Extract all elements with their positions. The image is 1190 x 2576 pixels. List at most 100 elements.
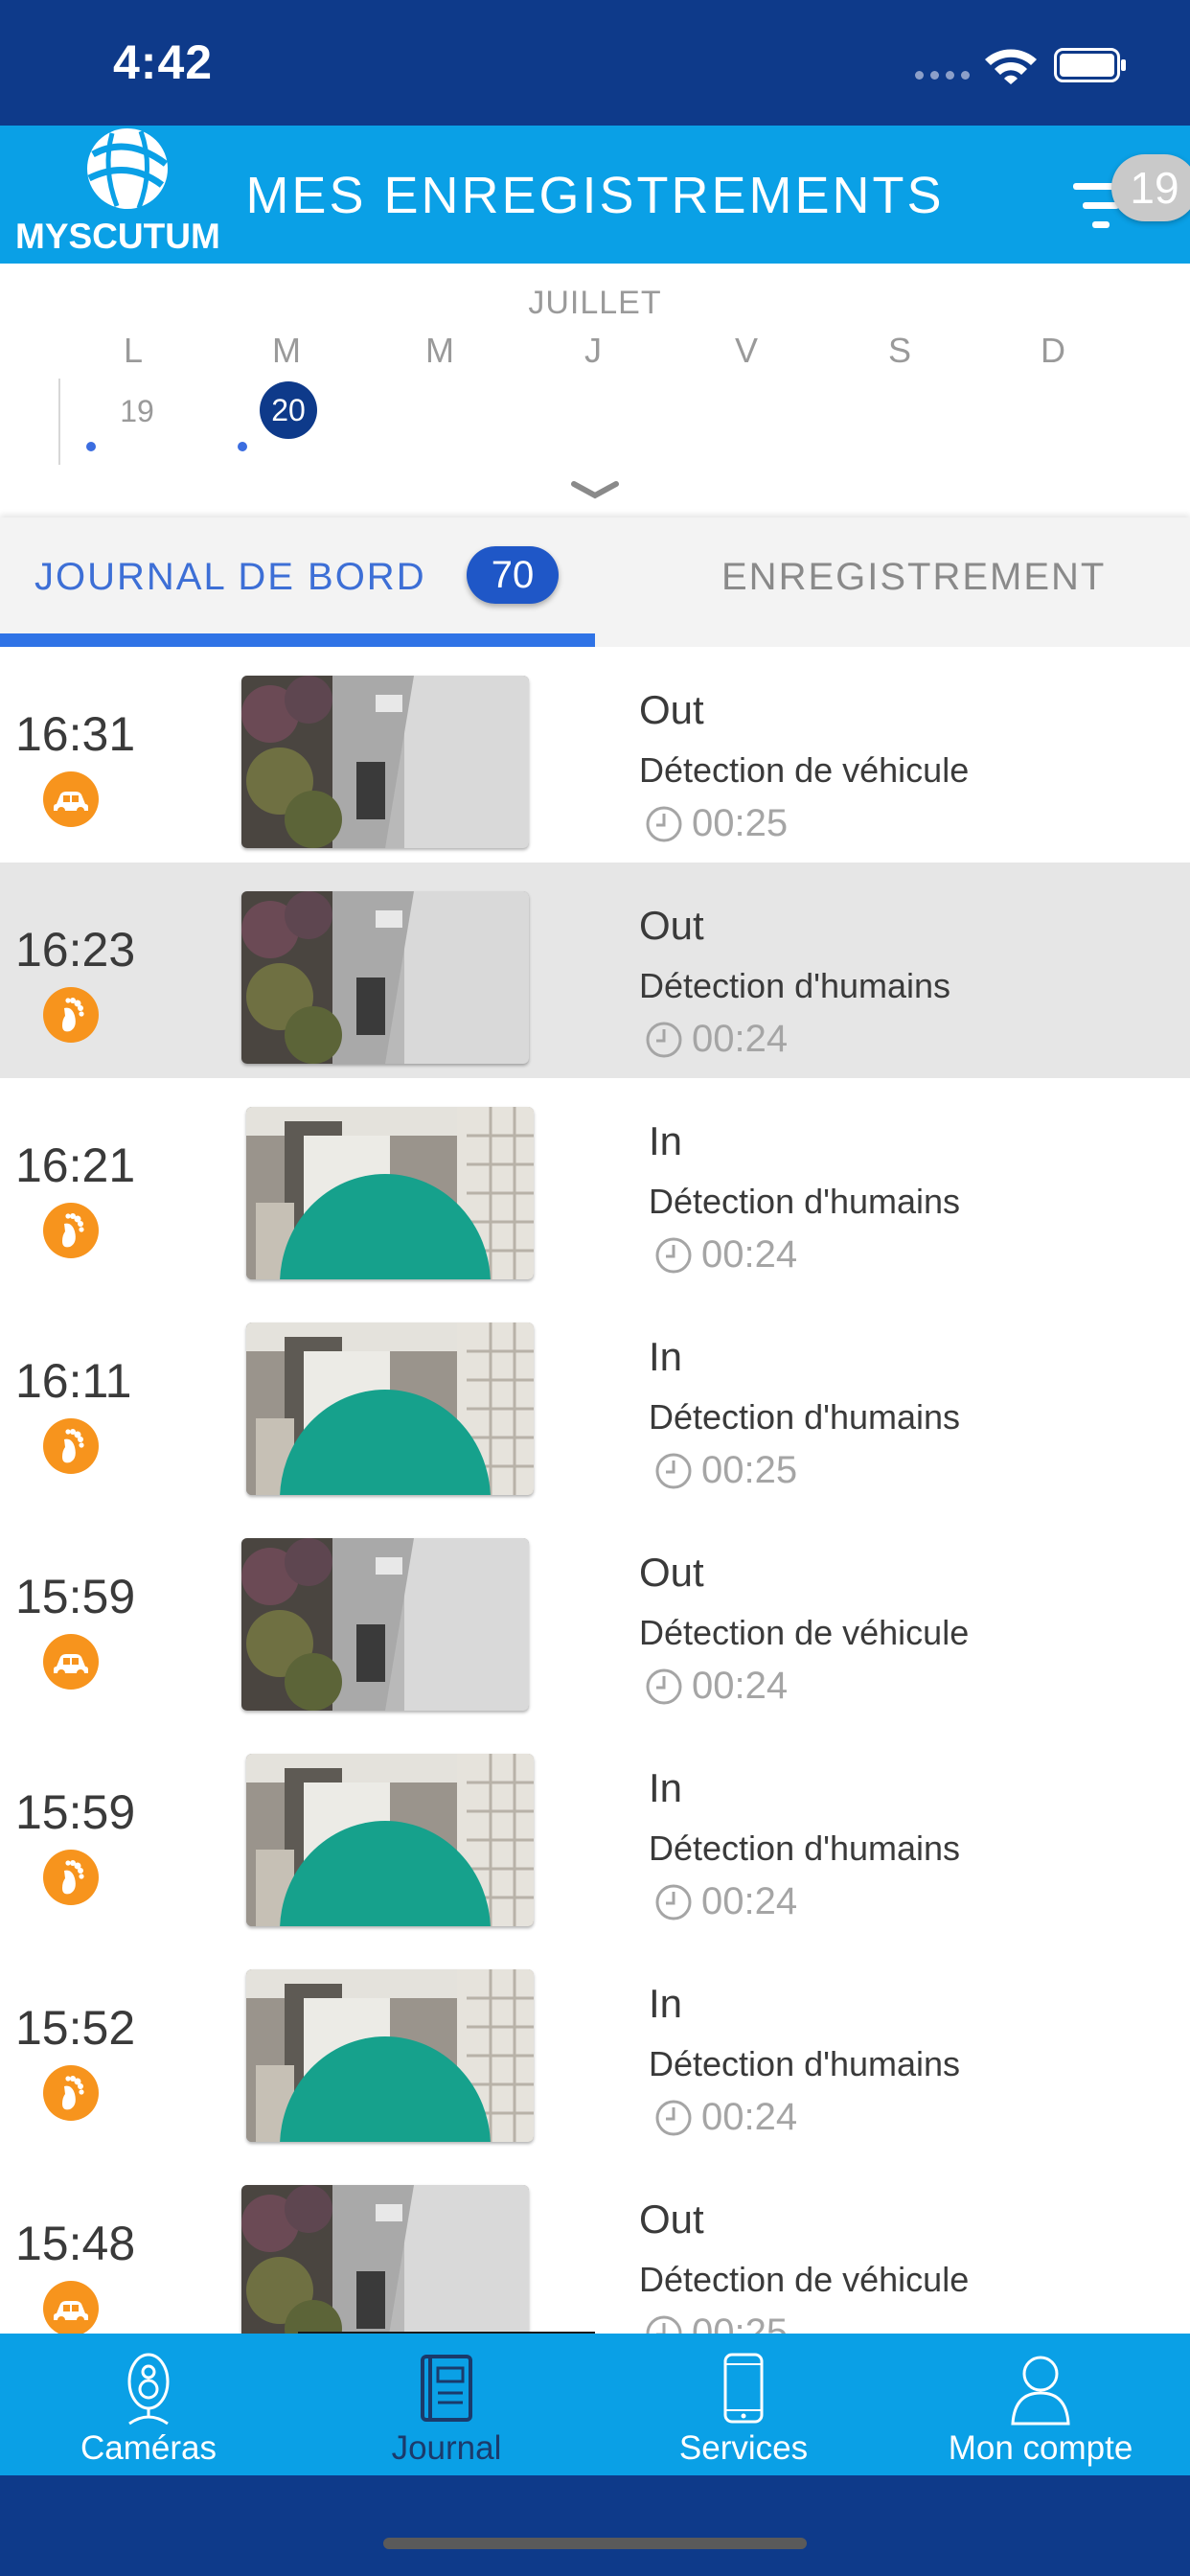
chevron-down-icon[interactable] xyxy=(568,476,622,505)
tab-label: JOURNAL DE BORD xyxy=(34,556,426,598)
calendar-event-dot xyxy=(86,442,96,451)
event-time: 15:48 xyxy=(15,2217,136,2270)
clock-icon xyxy=(655,1453,692,1488)
status-time: 4:42 xyxy=(113,35,214,89)
event-direction: In xyxy=(649,1765,683,1810)
event-duration: 00:25 xyxy=(644,2312,788,2334)
app-header: MYSCUTUM MES ENREGISTREMENTS 19 xyxy=(0,126,1190,264)
nav-cameras[interactable]: Caméras xyxy=(0,2334,297,2475)
tab-enregistrement[interactable]: ENREGISTREMENT xyxy=(595,518,1190,647)
nav-label: Mon compte xyxy=(948,2429,1133,2467)
event-direction: In xyxy=(649,1118,683,1163)
event-thumbnail[interactable] xyxy=(246,1754,534,1926)
weekday-label: V xyxy=(734,331,758,370)
event-row[interactable]: 16:11 In Détection d'humains 00:25 xyxy=(0,1294,1190,1509)
event-type: Détection de véhicule xyxy=(639,2260,970,2299)
journal-icon xyxy=(421,2355,472,2422)
weekday-label: J xyxy=(584,331,602,370)
calendar-event-dot xyxy=(238,442,247,451)
clock-icon xyxy=(655,1884,692,1920)
bottom-navigation: Caméras Journal Services Mon compte xyxy=(0,2334,1190,2475)
week-calendar: JUILLET L M M J V S D 19 20 xyxy=(0,264,1190,518)
event-thumbnail[interactable] xyxy=(241,891,529,1064)
calendar-date-selected[interactable]: 20 xyxy=(260,381,317,439)
event-direction: Out xyxy=(639,1550,704,1595)
event-thumbnail[interactable] xyxy=(241,1538,529,1711)
footprint-icon xyxy=(43,2065,99,2121)
page-title: MES ENREGISTREMENTS xyxy=(245,167,945,224)
filter-count-badge: 19 xyxy=(1111,154,1190,221)
home-indicator[interactable] xyxy=(383,2538,807,2549)
event-time: 16:21 xyxy=(15,1138,136,1192)
event-list[interactable]: 16:31 Out Détection de véhicule 00:25 16:23 O… xyxy=(0,647,1190,2334)
event-type: Détection de véhicule xyxy=(639,1613,970,1652)
event-thumbnail[interactable] xyxy=(241,2185,529,2334)
footprint-icon xyxy=(43,1203,99,1258)
event-row[interactable]: 15:59 In Détection d'humains 00:24 xyxy=(0,1725,1190,1941)
event-direction: Out xyxy=(639,2196,704,2242)
nav-label: Caméras xyxy=(80,2429,217,2467)
event-thumbnail[interactable] xyxy=(246,1322,534,1495)
event-duration: 00:24 xyxy=(653,2096,797,2139)
event-thumbnail[interactable] xyxy=(246,1107,534,1279)
event-type: Détection d'humains xyxy=(649,1397,961,1437)
event-duration: 00:25 xyxy=(653,1449,797,1492)
filter-button[interactable]: 19 xyxy=(1064,154,1190,250)
event-direction: In xyxy=(649,1334,683,1379)
active-tab-indicator xyxy=(0,633,595,647)
user-icon xyxy=(1011,2356,1070,2426)
event-time: 15:59 xyxy=(15,1785,136,1839)
event-type: Détection d'humains xyxy=(649,1828,961,1868)
car-icon xyxy=(43,2281,99,2334)
clock-icon xyxy=(655,2100,692,2135)
clock-icon xyxy=(646,806,682,841)
event-duration: 00:24 xyxy=(644,1665,788,1708)
event-type: Détection d'humains xyxy=(649,2044,961,2083)
event-time: 16:31 xyxy=(15,707,136,761)
calendar-date-19[interactable]: 19 xyxy=(108,394,166,429)
nav-mon-compte[interactable]: Mon compte xyxy=(892,2334,1189,2475)
clock-icon xyxy=(646,1022,682,1057)
event-thumbnail[interactable] xyxy=(246,1969,534,2142)
weekday-label: M xyxy=(272,331,301,370)
nav-journal[interactable]: Journal xyxy=(298,2334,595,2475)
event-direction: Out xyxy=(639,687,704,732)
footprint-icon xyxy=(43,1418,99,1474)
event-time: 16:23 xyxy=(15,923,136,977)
event-direction: In xyxy=(649,1981,683,2026)
footprint-icon xyxy=(43,1850,99,1905)
event-duration: 00:25 xyxy=(644,802,788,845)
clock-icon xyxy=(655,1237,692,1273)
wifi-icon xyxy=(985,49,1037,84)
event-type: Détection d'humains xyxy=(639,966,951,1005)
event-row[interactable]: 15:48 Out Détection de véhicule 00:25 xyxy=(0,2156,1190,2334)
status-bar: 4:42 xyxy=(0,0,1190,126)
event-time: 15:52 xyxy=(15,2001,136,2055)
event-row[interactable]: 15:59 Out Détection de véhicule 00:24 xyxy=(0,1509,1190,1725)
nav-services[interactable]: Services xyxy=(595,2334,892,2475)
camera-icon xyxy=(127,2353,170,2426)
calendar-divider xyxy=(58,379,60,465)
calendar-month: JUILLET xyxy=(528,285,662,321)
journal-count-badge: 70 xyxy=(467,546,559,604)
tab-journal-de-bord[interactable]: JOURNAL DE BORD 70 xyxy=(0,518,595,647)
clock-icon xyxy=(646,1668,682,1704)
event-duration-value: 00:24 xyxy=(701,1233,798,1276)
event-duration-value: 00:25 xyxy=(692,802,789,844)
event-duration-value: 00:25 xyxy=(701,1449,798,1491)
event-duration-value: 00:24 xyxy=(692,1665,789,1707)
event-duration-value: 00:24 xyxy=(701,1880,798,1922)
cellular-signal-icon xyxy=(915,71,970,80)
event-row[interactable]: 16:21 In Détection d'humains 00:24 xyxy=(0,1078,1190,1294)
weekday-label: S xyxy=(887,331,911,370)
event-duration-value: 00:25 xyxy=(692,2312,789,2334)
home-indicator-area xyxy=(0,2475,1190,2576)
clock-icon xyxy=(646,2315,682,2334)
event-row[interactable]: 15:52 In Détection d'humains 00:24 xyxy=(0,1941,1190,2156)
event-type: Détection de véhicule xyxy=(639,750,970,790)
event-thumbnail[interactable] xyxy=(241,676,529,848)
event-row[interactable]: 16:31 Out Détection de véhicule 00:25 xyxy=(0,647,1190,862)
event-duration-value: 00:24 xyxy=(692,1018,789,1060)
event-row[interactable]: 16:23 Out Détection d'humains 00:24 xyxy=(0,862,1190,1078)
event-type: Détection d'humains xyxy=(649,1182,961,1221)
